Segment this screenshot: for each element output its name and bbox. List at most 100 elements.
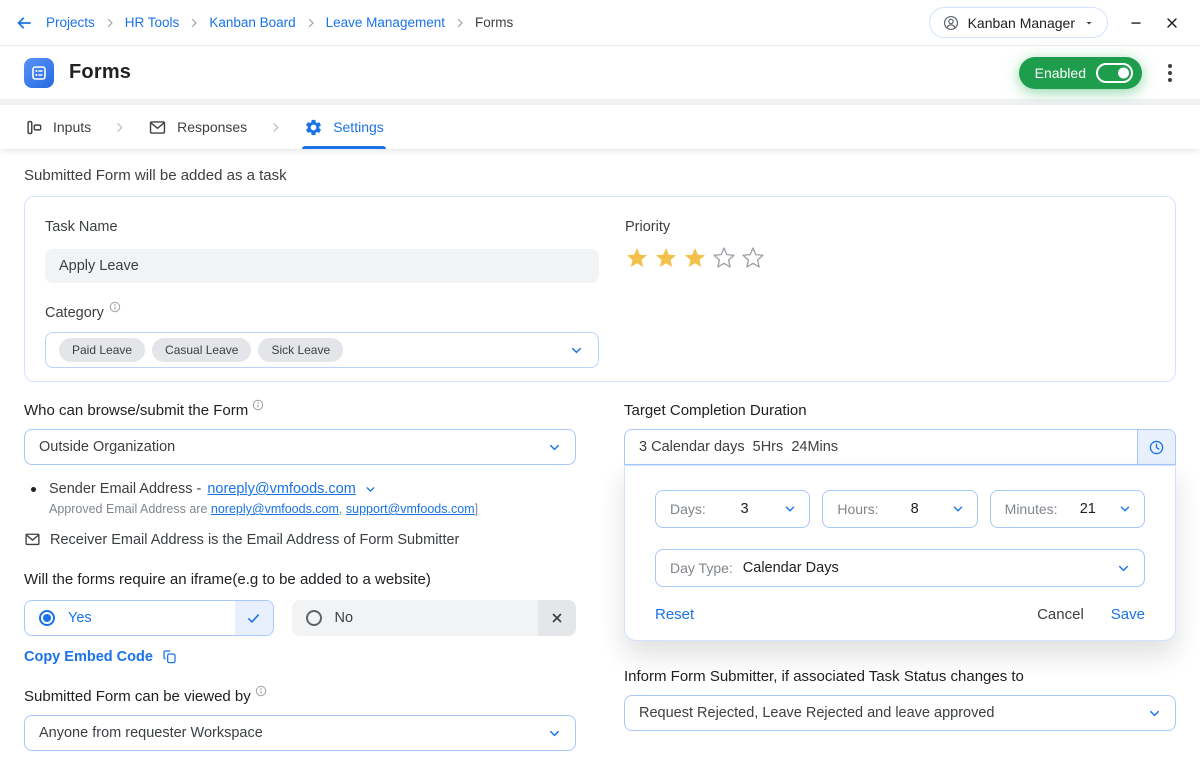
breadcrumb-projects[interactable]: Projects (46, 15, 95, 30)
info-icon[interactable] (255, 685, 267, 697)
days-label: Days: (670, 501, 706, 517)
hours-value: 8 (879, 501, 951, 517)
star-filled-icon[interactable] (654, 246, 678, 270)
task-card-left: Task Name Apply Leave Category Paid Leav… (45, 219, 599, 359)
inform-select[interactable]: Request Rejected, Leave Rejected and lea… (624, 695, 1176, 731)
toggle-on-icon[interactable] (1096, 63, 1133, 83)
radio-checked-icon[interactable] (39, 610, 55, 626)
save-button[interactable]: Save (1111, 606, 1145, 623)
top-bar: Projects HR Tools Kanban Board Leave Man… (0, 0, 1200, 46)
star-outline-icon[interactable] (741, 246, 765, 270)
x-mark-icon (538, 600, 576, 636)
reset-button[interactable]: Reset (655, 606, 694, 623)
sender-email-prefix: Sender Email Address - (49, 481, 201, 497)
more-options-icon[interactable] (1164, 60, 1176, 86)
chevron-right-icon (305, 17, 317, 29)
task-card-right: Priority (625, 219, 1155, 359)
star-filled-icon[interactable] (625, 246, 649, 270)
tab-strip: Inputs Responses Settings (0, 105, 1200, 149)
chevron-down-icon (1147, 706, 1162, 721)
hours-label: Hours: (837, 501, 878, 517)
duration-label: Target Completion Duration (624, 402, 1176, 419)
inform-label: Inform Form Submitter, if associated Tas… (624, 668, 1176, 685)
minimize-icon[interactable] (1128, 15, 1144, 31)
breadcrumb-kanban-board[interactable]: Kanban Board (209, 15, 295, 30)
enabled-toggle-button[interactable]: Enabled (1019, 57, 1142, 89)
iframe-option-yes[interactable]: Yes (24, 600, 274, 636)
minutes-label: Minutes: (1005, 501, 1058, 517)
chevron-down-icon (1116, 561, 1131, 576)
header-actions: Enabled (1019, 57, 1176, 89)
approved-email-link[interactable]: support@vmfoods.com (346, 502, 475, 516)
sender-email-link[interactable]: noreply@vmfoods.com (207, 481, 356, 497)
person-icon (942, 14, 960, 32)
yes-label: Yes (68, 610, 92, 626)
close-icon[interactable] (1164, 15, 1180, 31)
minutes-select[interactable]: Minutes: 21 (990, 490, 1145, 528)
browse-select[interactable]: Outside Organization (24, 429, 576, 465)
info-icon[interactable] (252, 399, 264, 411)
category-select[interactable]: Paid Leave Casual Leave Sick Leave (45, 332, 599, 368)
iframe-options: Yes No (24, 600, 576, 636)
forms-app-icon (24, 58, 54, 88)
day-type-select[interactable]: Day Type: Calendar Days (655, 549, 1145, 587)
envelope-icon (148, 118, 167, 137)
day-type-value: Calendar Days (743, 560, 839, 576)
duration-popup-footer: Reset Cancel Save (655, 606, 1145, 623)
tab-inputs[interactable]: Inputs (24, 105, 91, 149)
chevron-right-icon (269, 121, 282, 134)
tab-responses[interactable]: Responses (148, 105, 247, 149)
envelope-icon (24, 531, 41, 548)
hours-select[interactable]: Hours: 8 (822, 490, 977, 528)
viewed-by-select[interactable]: Anyone from requester Workspace (24, 715, 576, 751)
breadcrumb-hr-tools[interactable]: HR Tools (125, 15, 180, 30)
tab-settings[interactable]: Settings (304, 105, 384, 149)
chevron-down-icon[interactable] (364, 483, 377, 496)
task-name-label: Task Name (45, 219, 599, 235)
info-icon[interactable] (109, 301, 121, 313)
topbar-right: Kanban Manager (929, 7, 1180, 38)
chevron-right-icon (104, 17, 116, 29)
back-arrow-icon[interactable] (14, 13, 34, 33)
inform-value: Request Rejected, Leave Rejected and lea… (639, 705, 995, 721)
duration-input[interactable]: 3 Calendar days 5Hrs 24Mins (624, 429, 1176, 465)
days-select[interactable]: Days: 3 (655, 490, 810, 528)
task-name-input[interactable]: Apply Leave (45, 249, 599, 283)
task-card: Task Name Apply Leave Category Paid Leav… (24, 196, 1176, 382)
cancel-button[interactable]: Cancel (1037, 606, 1084, 623)
approved-separator: , (339, 502, 342, 516)
clock-icon[interactable] (1137, 430, 1175, 464)
chevron-down-icon (1118, 502, 1132, 516)
radio-unchecked-icon[interactable] (306, 610, 322, 626)
star-outline-icon[interactable] (712, 246, 736, 270)
tab-label: Inputs (53, 119, 91, 135)
chevron-right-icon (188, 17, 200, 29)
viewed-by-value: Anyone from requester Workspace (39, 725, 263, 741)
chevron-down-icon (783, 502, 797, 516)
star-filled-icon[interactable] (683, 246, 707, 270)
iframe-option-no[interactable]: No (292, 600, 576, 636)
viewed-by-label-row: Submitted Form can be viewed by (24, 688, 576, 705)
approved-email-link[interactable]: noreply@vmfoods.com (211, 502, 339, 516)
approved-prefix: Approved Email Address are (49, 502, 207, 516)
chevron-right-icon (113, 121, 126, 134)
priority-stars (625, 246, 1155, 270)
duration-popup: Days: 3 Hours: 8 Minutes: (624, 465, 1176, 641)
tab-label: Settings (333, 119, 384, 135)
category-label: Category (45, 305, 104, 321)
right-column: Target Completion Duration 3 Calendar da… (624, 402, 1176, 751)
breadcrumb: Projects HR Tools Kanban Board Leave Man… (46, 15, 513, 30)
user-role-dropdown[interactable]: Kanban Manager (929, 7, 1108, 38)
priority-label: Priority (625, 219, 1155, 235)
breadcrumb-leave-management[interactable]: Leave Management (326, 15, 445, 30)
category-chip[interactable]: Casual Leave (152, 338, 251, 362)
settings-columns: Who can browse/submit the Form Outside O… (24, 402, 1176, 751)
chevron-down-icon (569, 343, 584, 358)
duration-popup-row: Days: 3 Hours: 8 Minutes: (655, 490, 1145, 528)
category-chip[interactable]: Sick Leave (258, 338, 343, 362)
browse-label-row: Who can browse/submit the Form (24, 402, 576, 419)
category-chip[interactable]: Paid Leave (59, 338, 145, 362)
user-role-label: Kanban Manager (968, 15, 1075, 31)
tab-label: Responses (177, 119, 247, 135)
copy-embed-code-button[interactable]: Copy Embed Code (24, 649, 178, 665)
